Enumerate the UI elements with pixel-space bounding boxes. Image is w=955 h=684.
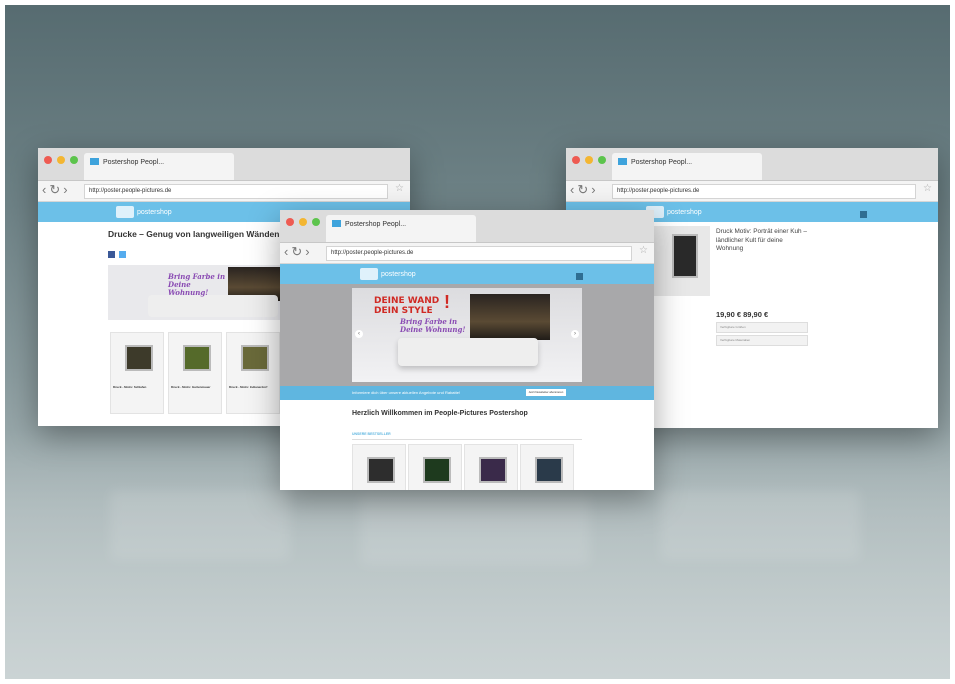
forward-arrow-icon[interactable]: › [63,182,70,197]
window-controls [286,218,320,226]
reload-icon[interactable]: ↻ [577,182,591,197]
tab-title: Postershop Peopl... [103,159,165,166]
reload-icon[interactable]: ↻ [49,182,63,197]
product-card[interactable]: Druck - Motiv: Gartenmauer [168,332,222,414]
logo-icon [116,206,134,218]
maximize-button[interactable] [598,156,606,164]
promo-bar: Informiere dich über unsere aktuellen An… [280,386,654,400]
url-field[interactable]: http://poster.people-pictures.de [84,184,388,199]
bestseller-card[interactable] [464,444,518,490]
size-option-label: Verfügbare Größen [720,325,746,329]
favicon-icon [332,220,341,227]
browser-tab[interactable]: Postershop Peopl... [84,153,234,180]
forward-arrow-icon[interactable]: › [305,244,312,259]
favicon-icon [90,158,99,165]
slider-prev-icon[interactable]: ‹ [355,330,363,338]
maximize-button[interactable] [70,156,78,164]
bestseller-card[interactable] [520,444,574,490]
reflection-center [360,495,590,565]
navigation-buttons[interactable]: ‹↻› [42,182,71,198]
browser-tab[interactable]: Postershop Peopl... [326,215,476,242]
hero-slider[interactable]: DEINE WAND DEIN STYLE ! Bring Farbe in D… [352,288,582,382]
product-price: 19,90 € 89,90 € [716,310,769,319]
navigation-buttons[interactable]: ‹↻› [284,244,313,260]
address-bar-row: ‹↻› http://poster.people-pictures.de ☆ [566,181,938,202]
banner-slogan: Bring Farbe in Deine Wohnung! [400,317,466,334]
product-image-poster [672,234,698,278]
product-image[interactable] [654,226,710,296]
site-logo[interactable]: postershop [360,267,416,281]
search-icon[interactable] [576,273,583,280]
browser-tab[interactable]: Postershop Peopl... [612,153,762,180]
banner-slogan: Bring Farbe in Deine Wohnung! [168,272,226,297]
page-content: DEINE WAND DEIN STYLE ! Bring Farbe in D… [280,284,654,490]
browser-tabbar: Postershop Peopl... [566,148,938,181]
close-button[interactable] [44,156,52,164]
logo-text: postershop [137,208,172,216]
facebook-icon[interactable] [108,251,115,258]
banner-headline: DEINE WAND DEIN STYLE [374,296,440,316]
site-logo[interactable]: postershop [116,205,172,219]
logo-text: postershop [667,208,702,216]
material-option-label: Verfügbare Materialien [720,338,751,342]
logo-text: postershop [381,270,416,278]
reflection-left [110,490,290,560]
banner-exclaim: ! [444,292,450,312]
bestseller-card[interactable] [408,444,462,490]
welcome-title: Herzlich Willkommen im People-Pictures P… [352,410,528,417]
size-option-row[interactable]: Verfügbare Größen [716,322,808,333]
minimize-button[interactable] [299,218,307,226]
reflection-right [660,490,860,560]
product-name: Druck - Motiv: Gartenmauer [171,385,211,389]
newsletter-button[interactable]: Jetzt Newsletter abonnieren [526,389,566,396]
maximize-button[interactable] [312,218,320,226]
banner-sofa [148,295,278,317]
minimize-button[interactable] [57,156,65,164]
tab-title: Postershop Peopl... [631,159,693,166]
browser-tabbar: Postershop Peopl... [280,210,654,243]
product-title: Druck Motiv: Porträt einer Kuh – ländlic… [716,228,807,252]
close-button[interactable] [286,218,294,226]
slider-next-icon[interactable]: › [571,330,579,338]
site-logo[interactable]: postershop [646,205,702,219]
browser-tabbar: Postershop Peopl... [38,148,410,181]
url-field[interactable]: http://poster.people-pictures.de [326,246,632,261]
bestseller-heading: UNSERE BESTSELLER [352,432,391,436]
navigation-buttons[interactable]: ‹↻› [570,182,599,198]
window-controls [572,156,606,164]
logo-icon [360,268,378,280]
reload-icon[interactable]: ↻ [291,244,305,259]
product-card[interactable]: Druck - Motiv: Schlafen [110,332,164,414]
address-bar-row: ‹↻› http://poster.people-pictures.de ☆ [38,181,410,202]
address-bar-row: ‹↻› http://poster.people-pictures.de ☆ [280,243,654,264]
twitter-icon[interactable] [119,251,127,258]
bookmark-star-icon[interactable]: ☆ [923,183,932,194]
url-field[interactable]: http://poster.people-pictures.de [612,184,916,199]
window-controls [44,156,78,164]
search-icon[interactable] [860,211,867,218]
browser-window-center[interactable]: Postershop Peopl... ‹↻› http://poster.pe… [280,210,654,490]
favicon-icon [618,158,627,165]
banner-sofa [398,338,538,366]
site-header: postershop [280,264,654,284]
close-button[interactable] [572,156,580,164]
material-option-row[interactable]: Verfügbare Materialien [716,335,808,346]
bestseller-card[interactable] [352,444,406,490]
promo-text: Informiere dich über unsere aktuellen An… [352,390,461,395]
bookmark-star-icon[interactable]: ☆ [639,245,648,256]
product-card[interactable]: Druck - Motiv: Indianerdorf [226,332,280,414]
tab-title: Postershop Peopl... [345,221,407,228]
minimize-button[interactable] [585,156,593,164]
forward-arrow-icon[interactable]: › [591,182,598,197]
banner-painting [470,294,550,340]
product-name: Druck - Motiv: Schlafen [113,385,147,389]
product-name: Druck - Motiv: Indianerdorf [229,385,268,389]
bookmark-star-icon[interactable]: ☆ [395,183,404,194]
divider [352,439,582,440]
